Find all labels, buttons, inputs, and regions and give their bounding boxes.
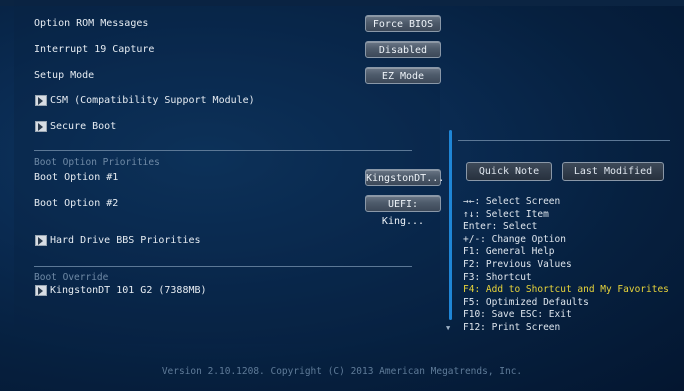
help-select-screen: →←: Select Screen [463, 196, 561, 207]
setting-label: Interrupt 19 Capture [34, 44, 155, 55]
boot-option-2-row: Boot Option #2 UEFI: King... [22, 195, 441, 227]
last-modified-button[interactable]: Last Modified [562, 162, 664, 181]
help-f3: F3: Shortcut [463, 271, 532, 283]
help-change-option: +/-: Change Option [463, 233, 566, 245]
submenu-label: Secure Boot [50, 121, 117, 132]
help-text: →←: Select Screen ↑↓: Select Item Enter:… [463, 196, 669, 335]
interrupt-19-capture-button[interactable]: Disabled [365, 41, 441, 58]
setting-label: Boot Option #1 [34, 172, 119, 183]
footer-version: Version 2.10.1208. Copyright (C) 2013 Am… [161, 366, 523, 377]
setting-label: Option ROM Messages [34, 18, 149, 29]
boot-override-device[interactable]: KingstonDT 101 G2 (7388MB) [22, 282, 422, 300]
submenu-arrow-icon [35, 95, 47, 106]
boot-option-2-button[interactable]: UEFI: King... [365, 195, 441, 227]
boot-priorities-heading: Boot Option Priorities [34, 157, 160, 168]
quick-note-button[interactable]: Quick Note [466, 162, 552, 181]
help-f12: F12: Print Screen [463, 321, 561, 333]
boot-option-1-row: Boot Option #1 KingstonDT... [22, 169, 444, 187]
help-f1: F1: General Help [463, 246, 555, 258]
help-select-item: ↑↓: Select Item [463, 208, 549, 220]
divider [34, 266, 412, 267]
help-f5: F5: Optimized Defaults [463, 296, 589, 308]
setting-label: Setup Mode [34, 70, 95, 81]
help-f2: F2: Previous Values [463, 258, 572, 270]
help-enter: Enter: Select [463, 221, 538, 233]
setting-row-setup-mode: Setup Mode EZ Mode [22, 67, 441, 85]
help-f4: F4: Add to Shortcut and My Favorites [463, 284, 669, 296]
setting-row-interrupt19: Interrupt 19 Capture Disabled [22, 41, 441, 59]
setup-mode-button[interactable]: EZ Mode [365, 67, 441, 84]
divider [34, 150, 412, 151]
setting-row-option-rom: Option ROM Messages Force BIOS [22, 15, 441, 33]
boot-option-1-button[interactable]: KingstonDT... [365, 169, 444, 186]
submenu-label: Hard Drive BBS Priorities [50, 235, 201, 246]
hdd-bbs-submenu[interactable]: Hard Drive BBS Priorities [22, 232, 422, 250]
submenu-label: KingstonDT 101 G2 (7388MB) [50, 285, 207, 296]
secure-boot-submenu[interactable]: Secure Boot [22, 118, 422, 136]
submenu-label: CSM (Compatibility Support Module) [50, 95, 255, 106]
divider [458, 140, 670, 141]
submenu-arrow-icon [35, 121, 47, 132]
setting-label: Boot Option #2 [34, 198, 119, 209]
csm-submenu[interactable]: CSM (Compatibility Support Module) [22, 92, 422, 110]
scroll-down-icon[interactable]: ▼ [446, 324, 450, 332]
scrollbar-thumb[interactable] [449, 130, 452, 320]
option-rom-messages-button[interactable]: Force BIOS [365, 15, 441, 32]
submenu-arrow-icon [35, 285, 47, 296]
help-f10: F10: Save ESC: Exit [463, 309, 572, 321]
submenu-arrow-icon [35, 235, 47, 246]
